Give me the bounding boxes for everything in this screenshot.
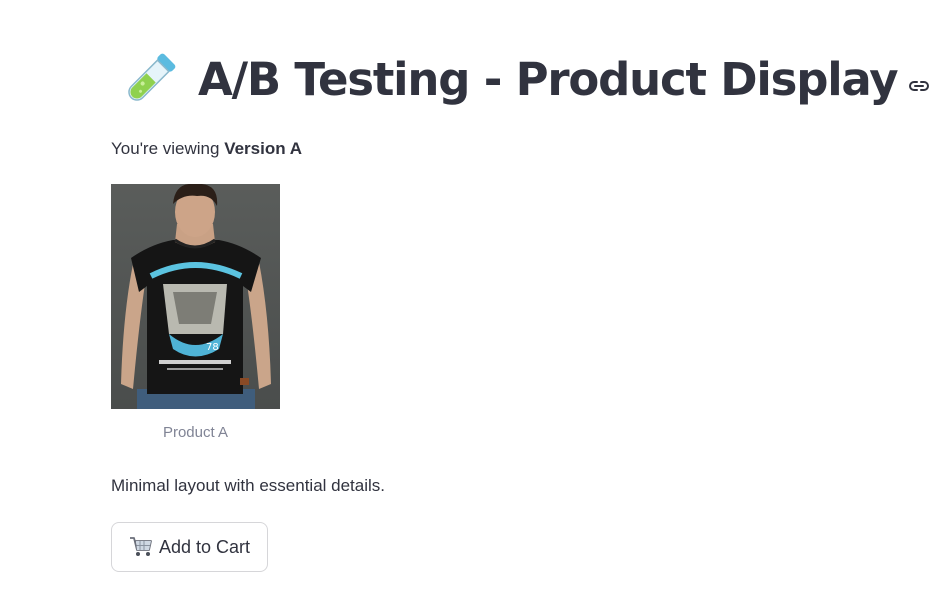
test-tube-icon xyxy=(118,49,180,111)
page-title: A/B Testing - Product Display xyxy=(198,53,899,106)
version-prefix: You're viewing xyxy=(111,139,225,158)
version-text: You're viewing Version A xyxy=(111,138,302,160)
link-icon[interactable] xyxy=(907,74,931,98)
shopping-cart-icon xyxy=(129,536,153,558)
product-description: Minimal layout with essential details. xyxy=(111,476,386,495)
page-title-row: A/B Testing - Product Display xyxy=(118,48,931,112)
product-caption: Product A xyxy=(162,424,229,441)
svg-text:78: 78 xyxy=(206,342,219,353)
add-to-cart-button[interactable]: Add to Cart xyxy=(111,522,268,572)
version-label: Version A xyxy=(224,139,302,158)
add-to-cart-label: Add to Cart xyxy=(158,536,251,557)
page: A/B Testing - Product Display You're vie… xyxy=(0,0,939,606)
product-image: 78 xyxy=(111,184,280,409)
